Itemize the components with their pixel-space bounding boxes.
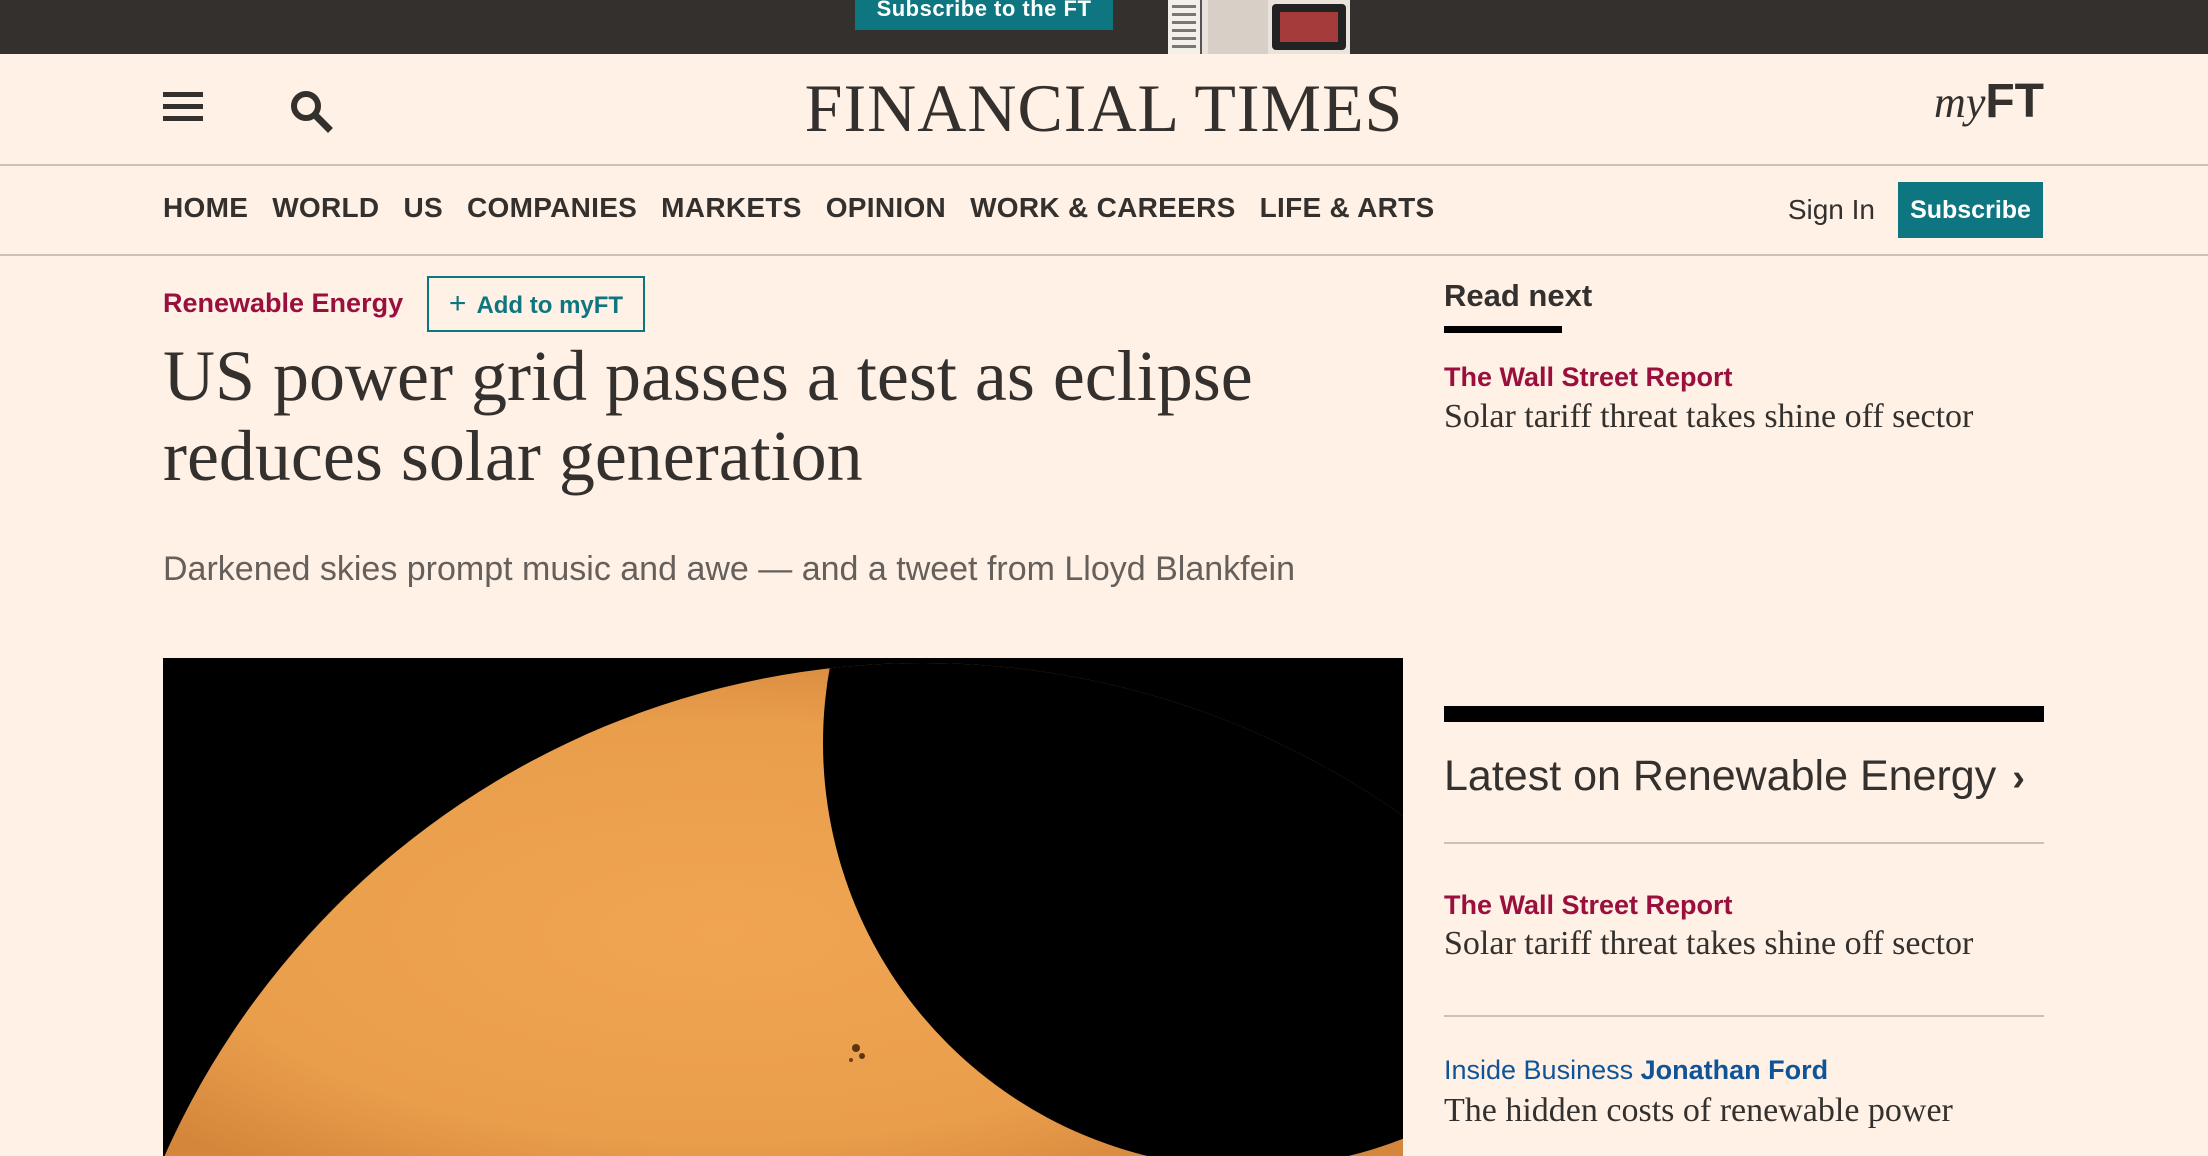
topic-tag[interactable]: Renewable Energy <box>163 288 403 319</box>
nav-life-arts[interactable]: LIFE & ARTS <box>1260 192 1435 224</box>
article-headline: US power grid passes a test as eclipse r… <box>163 336 1253 496</box>
chevron-right-icon: › <box>2012 757 2025 799</box>
read-next-title[interactable]: Solar tariff threat takes shine off sect… <box>1444 398 1973 436</box>
myft-link[interactable]: myFT <box>1934 74 2044 129</box>
plus-icon: + <box>448 287 467 320</box>
rail-divider <box>1444 1015 2044 1017</box>
promo-newspaper-thumbnail[interactable] <box>1168 0 1350 54</box>
nav-list: HOME WORLD US COMPANIES MARKETS OPINION … <box>163 192 1435 224</box>
latest-item-1-title[interactable]: Solar tariff threat takes shine off sect… <box>1444 925 1973 963</box>
promo-bar: Subscribe to the FT <box>0 0 2208 54</box>
nav-us[interactable]: US <box>403 192 443 224</box>
site-header: FINANCIAL TIMES myFT <box>0 54 2208 166</box>
rail-divider <box>1444 842 2044 844</box>
nav-markets[interactable]: MARKETS <box>661 192 802 224</box>
hero-image-eclipse <box>163 658 1403 1156</box>
read-next-heading: Read next <box>1444 278 1593 313</box>
latest-on-topic-link[interactable]: Latest on Renewable Energy › <box>1444 752 2025 801</box>
latest-item-2-author: Jonathan Ford <box>1640 1055 1829 1085</box>
subscribe-button[interactable]: Subscribe <box>1898 182 2043 238</box>
read-next-tag[interactable]: The Wall Street Report <box>1444 362 1733 393</box>
myft-suffix: FT <box>1985 75 2044 128</box>
main-nav: HOME WORLD US COMPANIES MARKETS OPINION … <box>0 166 2208 256</box>
nav-world[interactable]: WORLD <box>272 192 379 224</box>
add-to-myft-label: Add to myFT <box>476 292 624 319</box>
latest-section-divider <box>1444 706 2044 722</box>
latest-item-2-title[interactable]: The hidden costs of renewable power <box>1444 1092 1953 1130</box>
latest-label: Latest on Renewable Energy <box>1444 752 1997 800</box>
ft-logo[interactable]: FINANCIAL TIMES <box>0 72 2208 144</box>
nav-opinion[interactable]: OPINION <box>826 192 946 224</box>
add-to-myft-button[interactable]: + Add to myFT <box>427 276 645 332</box>
promo-subscribe-button[interactable]: Subscribe to the FT <box>855 0 1113 30</box>
latest-item-2-byline[interactable]: Inside Business Jonathan Ford <box>1444 1055 1828 1086</box>
nav-work-careers[interactable]: WORK & CAREERS <box>970 192 1236 224</box>
sign-in-link[interactable]: Sign In <box>1788 194 1875 226</box>
latest-item-1-tag[interactable]: The Wall Street Report <box>1444 890 1733 921</box>
read-next-underline <box>1444 326 1562 333</box>
myft-prefix: my <box>1934 78 1986 127</box>
article-standfirst: Darkened skies prompt music and awe — an… <box>163 550 1295 588</box>
nav-companies[interactable]: COMPANIES <box>467 192 637 224</box>
latest-item-2-series: Inside Business <box>1444 1055 1634 1085</box>
nav-home[interactable]: HOME <box>163 192 248 224</box>
